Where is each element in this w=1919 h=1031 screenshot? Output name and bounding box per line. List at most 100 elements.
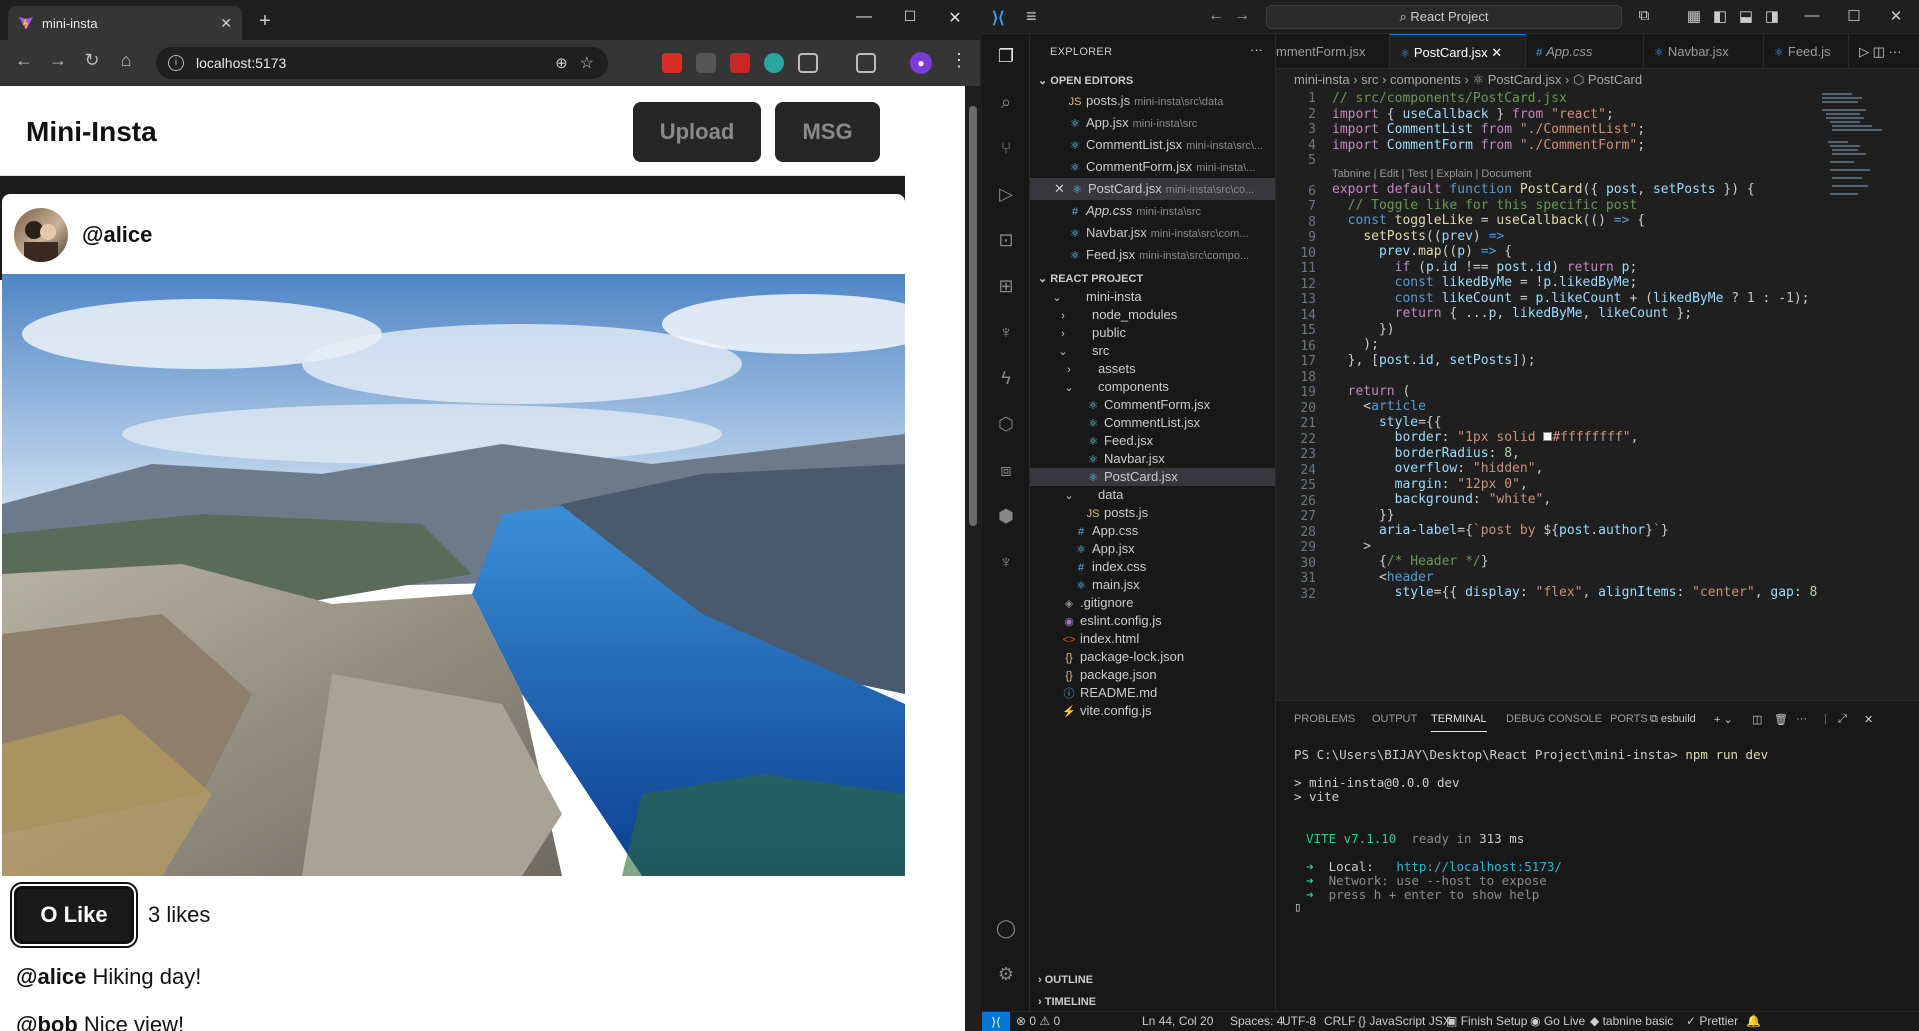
nav-back-icon[interactable]: ← xyxy=(1208,7,1224,25)
go-live-button[interactable]: ◉ Go Live xyxy=(1530,1014,1585,1028)
file-item[interactable]: {} package-lock.json xyxy=(1030,648,1275,666)
maximize-icon[interactable]: ☐ xyxy=(1842,7,1866,25)
breadcrumb[interactable]: mini-insta › src › components › ⚛ PostCa… xyxy=(1276,69,1919,91)
open-editor-item[interactable]: ⚛ App.jsx mini-insta\src xyxy=(1030,112,1275,134)
split-editor-icon[interactable]: ◫ xyxy=(1873,44,1885,59)
close-tab-icon[interactable]: ✕ xyxy=(220,15,232,32)
file-item[interactable]: ◉ eslint.config.js xyxy=(1030,612,1275,630)
maximize-icon[interactable]: ☐ xyxy=(896,8,924,25)
search-icon[interactable]: ⌕ xyxy=(994,92,1018,116)
close-window-icon[interactable]: ✕ xyxy=(1884,7,1908,25)
layout-customize-icon[interactable]: ▦ xyxy=(1682,7,1706,25)
python-env-icon[interactable]: ♆ xyxy=(994,552,1018,576)
code-editor[interactable]: 1 2 3 4 5 6 7 8 9 10 11 12 13 14 15 16 17 18 19 20 21 22 23 24 2… xyxy=(1276,91,1919,700)
upload-button[interactable]: Upload xyxy=(633,102,761,162)
file-item[interactable]: ⚛ CommentList.jsx xyxy=(1030,414,1275,432)
tab-postcard[interactable]: ⚛ PostCard.jsx ✕ xyxy=(1390,34,1526,68)
command-center-text[interactable]: React Project xyxy=(1410,9,1488,24)
extension-react-icon[interactable] xyxy=(764,53,784,73)
tab-terminal[interactable]: TERMINAL xyxy=(1431,713,1487,732)
file-item[interactable]: ⚛ CommentForm.jsx xyxy=(1030,396,1275,414)
outline-header[interactable]: › OUTLINE xyxy=(1038,974,1093,986)
minimap[interactable] xyxy=(1820,91,1890,241)
close-window-icon[interactable]: ✕ xyxy=(941,8,969,28)
cube-icon[interactable]: ⬡ xyxy=(994,414,1018,438)
tab-app-css[interactable]: # App.css xyxy=(1526,34,1644,68)
account-icon[interactable]: ◯ xyxy=(994,918,1018,942)
open-editor-item[interactable]: ⚛ CommentForm.jsx mini-insta\... xyxy=(1030,156,1275,178)
encoding-status[interactable]: UTF-8 xyxy=(1282,1014,1316,1028)
copilot-icon[interactable]: ⧉ xyxy=(1632,7,1656,24)
nav-forward-icon[interactable]: → xyxy=(1234,7,1250,25)
minimize-icon[interactable]: — xyxy=(1800,7,1824,24)
panel-more-icon[interactable]: ··· xyxy=(1796,713,1807,725)
settings-gear-icon[interactable]: ⚙ xyxy=(994,964,1018,988)
open-editors-header[interactable]: ⌄ OPEN EDITORS xyxy=(1038,74,1133,87)
address-url[interactable]: localhost:5173 xyxy=(196,55,555,71)
language-mode[interactable]: {} JavaScript JSX xyxy=(1358,1014,1451,1028)
docker-icon[interactable]: ⧈ xyxy=(994,460,1018,484)
browser-menu-icon[interactable]: ⋮ xyxy=(950,50,968,71)
notifications-bell-icon[interactable]: 🔔 xyxy=(1746,1014,1761,1028)
close-panel-icon[interactable]: ✕ xyxy=(1864,713,1873,726)
folder-item[interactable]: › assets xyxy=(1030,360,1275,378)
tab-output[interactable]: OUTPUT xyxy=(1372,713,1417,725)
package-icon[interactable]: ⬢ xyxy=(994,506,1018,530)
open-editor-item[interactable]: # App.css mini-insta\src xyxy=(1030,200,1275,222)
extensions-puzzle-icon[interactable] xyxy=(798,53,818,73)
maximize-panel-icon[interactable]: ⤢ xyxy=(1838,713,1847,726)
like-button[interactable]: O Like xyxy=(12,884,136,946)
more-icon[interactable]: ··· xyxy=(1889,44,1902,59)
thunder-client-icon[interactable]: ϟ xyxy=(994,368,1018,392)
tab-problems[interactable]: PROBLEMS xyxy=(1294,713,1355,725)
toggle-secondary-sidebar-icon[interactable]: ◨ xyxy=(1760,7,1784,25)
post-author[interactable]: @alice xyxy=(82,222,152,248)
file-item[interactable]: {} package.json xyxy=(1030,666,1275,684)
back-icon[interactable]: ← xyxy=(12,50,36,71)
profile-avatar-icon[interactable]: ● xyxy=(910,52,932,74)
toggle-sidebar-icon[interactable]: ◧ xyxy=(1708,7,1732,25)
msg-button[interactable]: MSG xyxy=(775,102,880,162)
run-icon[interactable]: ▷ xyxy=(1859,44,1869,59)
tab-navbar[interactable]: ⚛ Navbar.jsx xyxy=(1644,34,1764,68)
open-editor-item[interactable]: JS posts.js mini-insta\src\data xyxy=(1030,90,1275,112)
reload-icon[interactable]: ↻ xyxy=(80,50,104,71)
folder-item[interactable]: ⌄ data xyxy=(1030,486,1275,504)
command-center-search[interactable]: ⌕ React Project xyxy=(1266,5,1622,29)
timeline-header[interactable]: › TIMELINE xyxy=(1038,996,1096,1008)
page-scrollbar-thumb[interactable] xyxy=(969,106,977,526)
tab-debug-console[interactable]: DEBUG CONSOLE xyxy=(1506,713,1602,725)
prettier-status[interactable]: ✓ Prettier xyxy=(1686,1014,1738,1028)
forward-icon[interactable]: → xyxy=(46,50,70,71)
file-item[interactable]: ⚛ Navbar.jsx xyxy=(1030,450,1275,468)
source-control-icon[interactable]: ⑂ xyxy=(994,138,1018,162)
minimize-icon[interactable]: — xyxy=(850,8,878,26)
extension-shield-icon[interactable] xyxy=(696,53,716,73)
file-item[interactable]: ⓘ README.md xyxy=(1030,684,1275,702)
folder-item[interactable]: ⌄ components xyxy=(1030,378,1275,396)
file-item[interactable]: ⚛ PostCard.jsx xyxy=(1030,468,1275,486)
kill-terminal-icon[interactable]: 🗑 xyxy=(1774,713,1788,726)
extensions-icon[interactable]: ⊞ xyxy=(994,276,1018,300)
explorer-icon[interactable]: ❐ xyxy=(994,46,1018,70)
zoom-icon[interactable]: ⊕ xyxy=(555,54,568,72)
problems-status[interactable]: ⊗ 0 ⚠ 0 xyxy=(1016,1014,1060,1028)
toggle-panel-icon[interactable]: ⬓ xyxy=(1734,7,1758,25)
tab-commentform[interactable]: mmentForm.jsx xyxy=(1276,34,1390,68)
tabnine-status[interactable]: ◆ tabnine basic xyxy=(1590,1014,1673,1028)
tab-feed[interactable]: ⚛ Feed.js xyxy=(1764,34,1849,68)
new-terminal-icon[interactable]: + ⌄ xyxy=(1714,713,1733,726)
folder-item[interactable]: ⌄ mini-insta xyxy=(1030,288,1275,306)
home-icon[interactable]: ⌂ xyxy=(114,50,138,71)
local-url-link[interactable]: http://localhost:5173/ xyxy=(1396,859,1562,874)
project-header[interactable]: ⌄ REACT PROJECT xyxy=(1038,272,1143,285)
indentation-status[interactable]: Spaces: 4 xyxy=(1230,1014,1283,1028)
site-info-icon[interactable]: i xyxy=(168,55,184,71)
file-item[interactable]: # index.css xyxy=(1030,558,1275,576)
finish-setup-button[interactable]: ▣ Finish Setup xyxy=(1446,1014,1527,1028)
open-editor-item[interactable]: ⚛ Feed.jsx mini-insta\src\compo... xyxy=(1030,244,1275,266)
run-debug-icon[interactable]: ▷ xyxy=(994,184,1018,208)
file-item[interactable]: # App.css xyxy=(1030,522,1275,540)
file-item[interactable]: ⚛ main.jsx xyxy=(1030,576,1275,594)
file-item[interactable]: <> index.html xyxy=(1030,630,1275,648)
